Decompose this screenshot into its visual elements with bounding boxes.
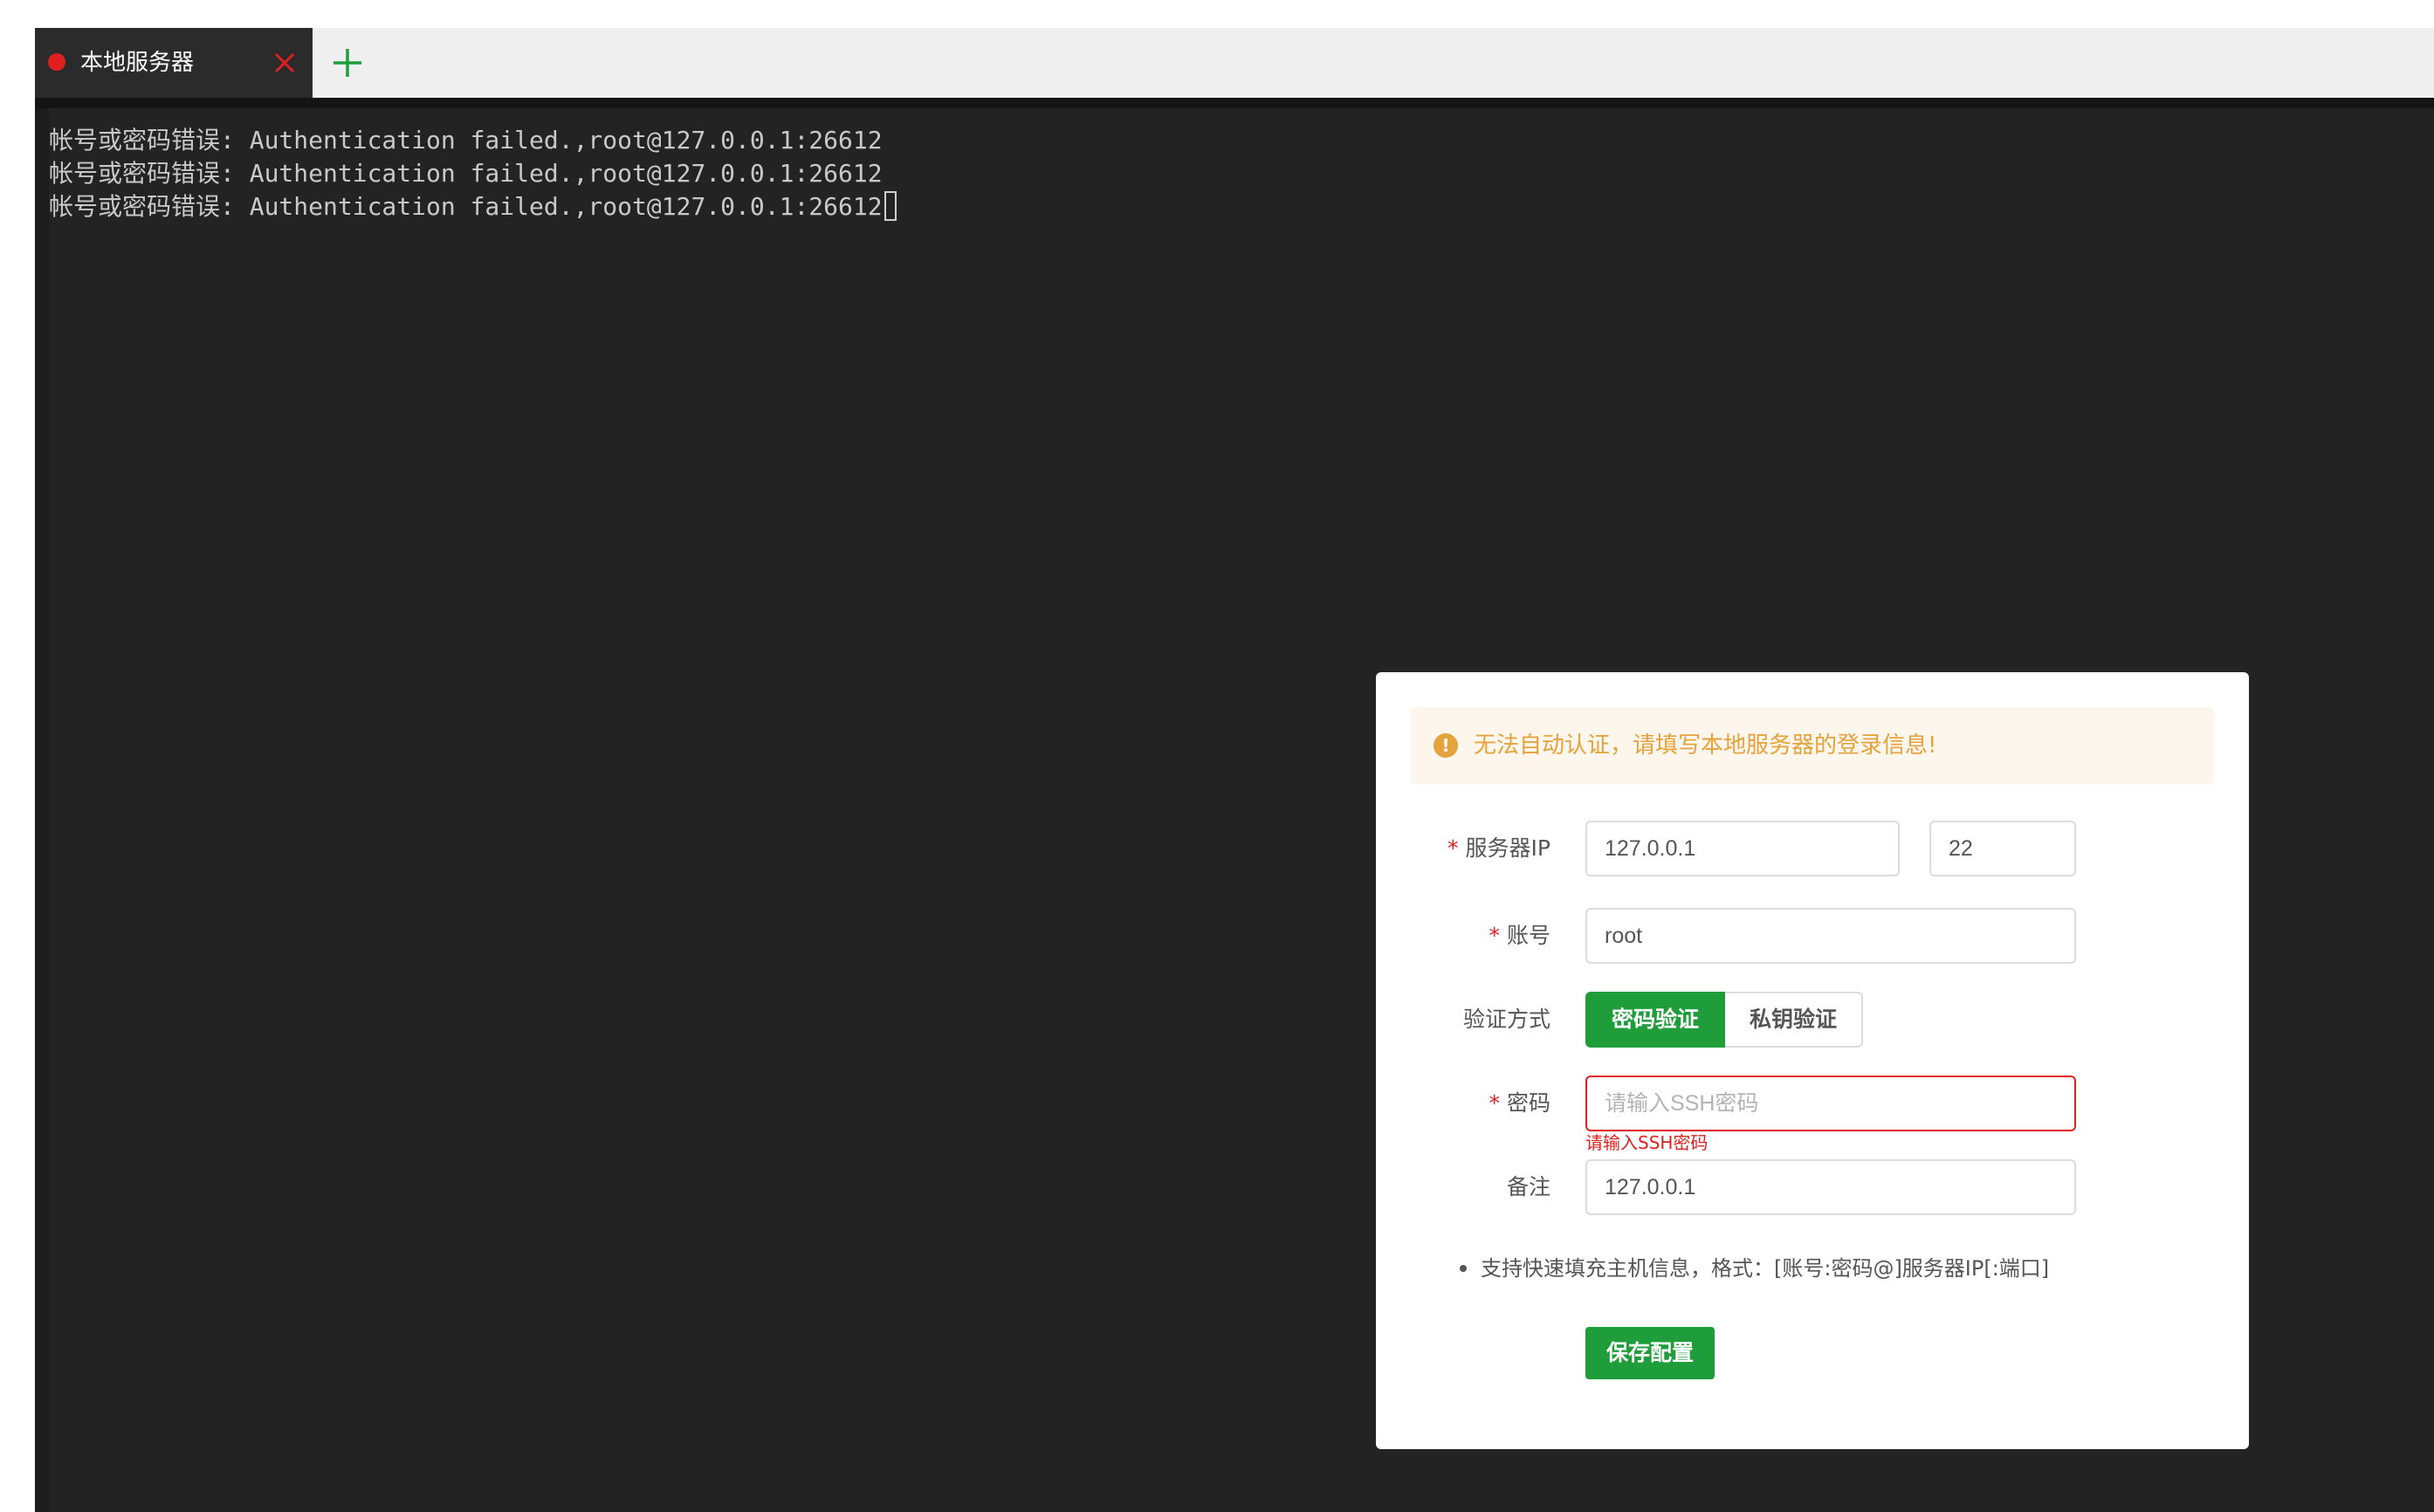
terminal-left-border — [35, 108, 49, 1512]
login-dialog: ! 无法自动认证，请填写本地服务器的登录信息! *服务器IP *账号 验证方式 … — [1376, 672, 2249, 1449]
required-mark: * — [1489, 1090, 1500, 1116]
terminal-line: 帐号或密码错误: Authentication failed.,root@127… — [49, 126, 883, 155]
app-window: 本地服务器 帐号或密码错误: Authentication failed.,ro… — [35, 28, 2434, 1512]
remark-label: 备注 — [1506, 1174, 1550, 1199]
warning-alert: ! 无法自动认证，请填写本地服务器的登录信息! — [1411, 707, 2214, 784]
password-error-message: 请输入SSH密码 — [1585, 1132, 1709, 1153]
auth-method-label: 验证方式 — [1462, 1007, 1550, 1032]
server-ip-input[interactable] — [1585, 821, 1900, 876]
password-auth-button[interactable]: 密码验证 — [1585, 992, 1725, 1048]
plus-icon[interactable] — [328, 44, 367, 82]
alert-text: 无法自动认证，请填写本地服务器的登录信息! — [1474, 732, 1937, 759]
save-config-button[interactable]: 保存配置 — [1585, 1327, 1715, 1379]
tab-label: 本地服务器 — [80, 50, 195, 76]
key-auth-button[interactable]: 私钥验证 — [1725, 992, 1863, 1048]
close-icon[interactable] — [267, 45, 302, 80]
tip-bullet — [1460, 1265, 1467, 1272]
status-dot — [48, 53, 65, 71]
password-label: * 密码 — [1489, 1076, 1550, 1131]
account-label-text: 账号 — [1506, 923, 1550, 948]
format-tip: 支持快速填充主机信息，格式：[账号:密码@]服务器IP[:端口] — [1481, 1256, 2050, 1281]
tab-local-server[interactable]: 本地服务器 — [35, 28, 313, 98]
account-label: * 账号 — [1489, 908, 1550, 964]
password-input[interactable] — [1585, 1076, 2076, 1131]
remark-input[interactable] — [1585, 1159, 2076, 1215]
terminal-line-text: 帐号或密码错误: Authentication failed.,root@127… — [49, 192, 883, 221]
server-ip-label-text: 服务器IP — [1465, 835, 1550, 861]
terminal-line: 帐号或密码错误: Authentication failed.,root@127… — [49, 159, 883, 188]
terminal-top-border — [35, 98, 2434, 108]
required-mark: * — [1489, 923, 1500, 948]
warning-icon: ! — [1434, 733, 1458, 758]
required-mark: * — [1447, 835, 1459, 861]
tab-bar: 本地服务器 — [35, 28, 2434, 98]
server-ip-label: * 服务器IP — [1447, 821, 1550, 876]
password-label-text: 密码 — [1506, 1090, 1550, 1116]
terminal-cursor — [884, 191, 897, 221]
terminal-line-last: 帐号或密码错误: Authentication failed.,root@127… — [49, 190, 897, 223]
port-input[interactable] — [1929, 821, 2076, 876]
account-input[interactable] — [1585, 908, 2076, 964]
